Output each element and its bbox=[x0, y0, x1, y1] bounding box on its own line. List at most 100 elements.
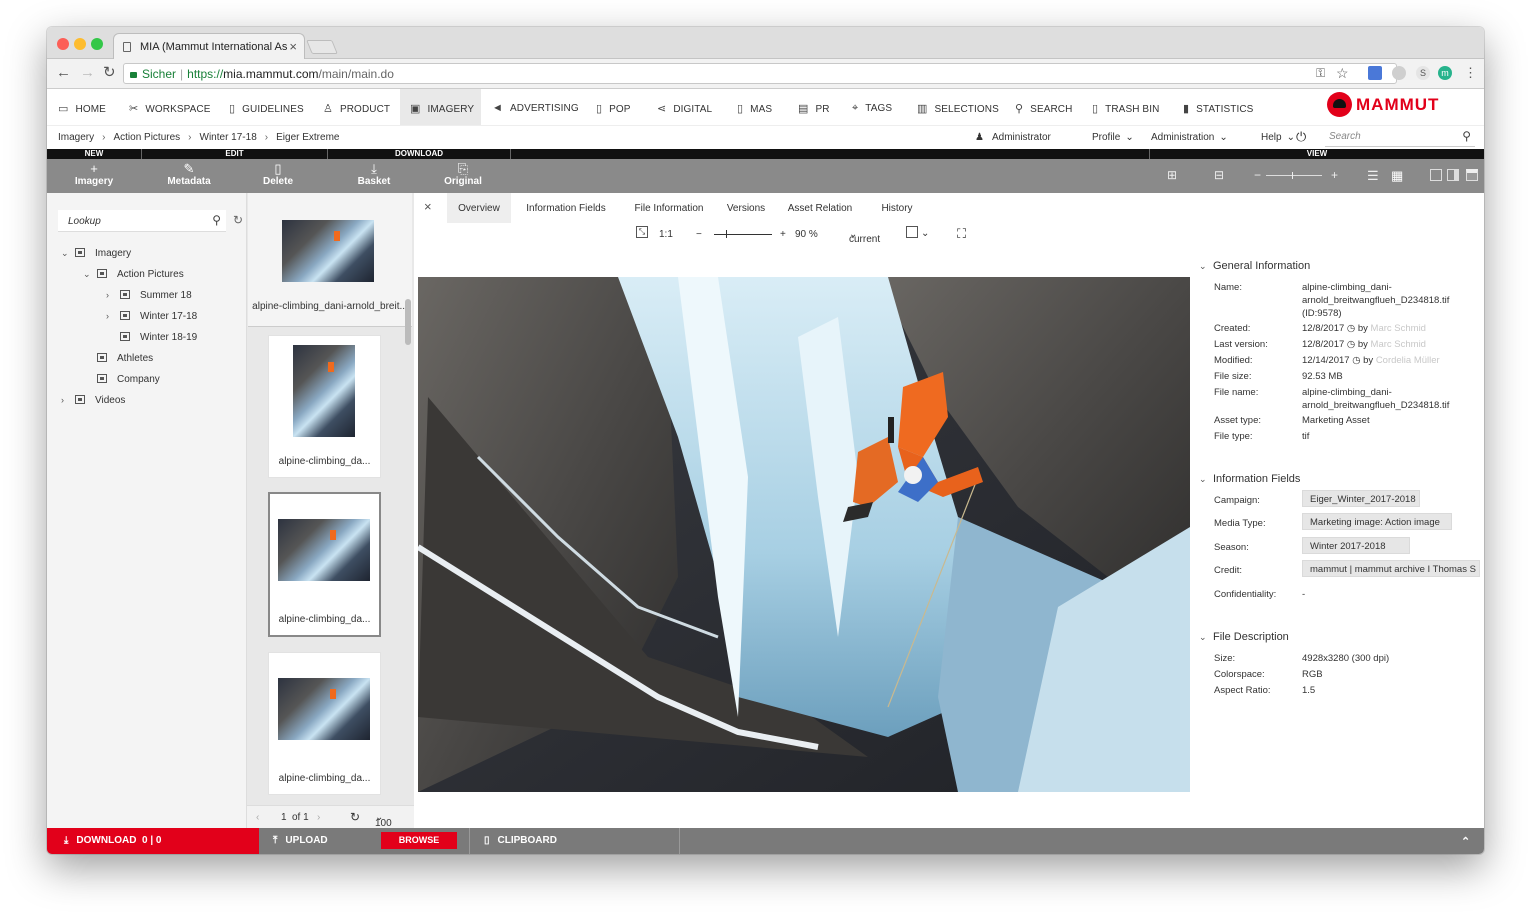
asset-preview-image[interactable] bbox=[418, 277, 1190, 792]
thumbnail-card[interactable]: alpine-climbing_da... bbox=[268, 335, 381, 478]
split-pane-icon[interactable] bbox=[1447, 169, 1459, 181]
zoom-in-icon[interactable]: + bbox=[1331, 168, 1338, 182]
download-button[interactable]: ⤓ DOWNLOAD 0 | 0 bbox=[47, 828, 259, 854]
key-icon[interactable]: ⚿ bbox=[1316, 66, 1325, 81]
chevron-down-icon[interactable]: ⌄ bbox=[61, 248, 75, 259]
single-pane-icon[interactable] bbox=[1430, 169, 1442, 181]
tree-item-action-pictures[interactable]: ⌄ Action Pictures bbox=[83, 269, 184, 280]
refresh-icon[interactable]: ↻ bbox=[350, 810, 360, 824]
tree-item-winter-18-19[interactable]: Winter 18-19 bbox=[106, 332, 197, 343]
fit-to-screen-icon[interactable]: ⤡ bbox=[636, 226, 648, 238]
nav-workspace[interactable]: ✂ WORKSPACE bbox=[121, 89, 221, 125]
nav-product[interactable]: ♙ PRODUCT bbox=[315, 89, 401, 125]
breadcrumb-item[interactable]: Eiger Extreme bbox=[276, 132, 339, 143]
lookup-input[interactable]: Lookup ⚲ bbox=[58, 210, 226, 232]
user-menu[interactable]: ♟ Administrator bbox=[975, 132, 1051, 143]
nav-mas[interactable]: ▯ MAS bbox=[729, 89, 789, 125]
help-menu[interactable]: Help ⌄ bbox=[1261, 132, 1295, 143]
tree-item-videos[interactable]: › Videos bbox=[61, 395, 125, 406]
tree-item-company[interactable]: Company bbox=[83, 374, 160, 385]
original-button[interactable]: ⎘ Original bbox=[428, 162, 498, 187]
back-arrow-icon[interactable]: ← bbox=[56, 65, 71, 81]
minimize-window-button[interactable] bbox=[74, 38, 86, 50]
reload-icon[interactable]: ↻ bbox=[103, 65, 116, 81]
zoom-slider[interactable] bbox=[714, 234, 772, 235]
extension-flag-icon[interactable] bbox=[1368, 66, 1382, 80]
nav-advertising[interactable]: ◄ ADVERTISING bbox=[484, 89, 584, 125]
extension-m-icon[interactable]: m bbox=[1438, 66, 1452, 80]
nav-search[interactable]: ⚲ SEARCH bbox=[1007, 89, 1083, 125]
nav-tags[interactable]: ⌖ TAGS bbox=[844, 89, 904, 125]
administration-menu[interactable]: Administration ⌄ bbox=[1151, 132, 1228, 143]
chevron-right-icon[interactable]: › bbox=[106, 311, 120, 321]
section-file-description[interactable]: ⌄ File Description bbox=[1199, 631, 1289, 643]
next-page-icon[interactable]: › bbox=[317, 812, 320, 823]
power-icon[interactable]: ⏻ bbox=[1296, 129, 1306, 145]
thumbnail-size-slider[interactable] bbox=[1266, 172, 1322, 179]
background-color-icon[interactable] bbox=[906, 226, 918, 238]
tab-file-information[interactable]: File Information bbox=[624, 193, 714, 223]
nav-imagery[interactable]: ▣ IMAGERY bbox=[400, 89, 481, 125]
chevron-up-icon[interactable]: ⌃ bbox=[1461, 835, 1470, 848]
mammut-logo[interactable]: MAMMUT bbox=[1327, 92, 1439, 122]
nav-guidelines[interactable]: ▯ GUIDELINES bbox=[221, 89, 311, 125]
clipboard-button[interactable]: ▯ CLIPBOARD bbox=[484, 835, 557, 846]
nav-home[interactable]: ▭ HOME bbox=[47, 89, 121, 125]
browser-menu-icon[interactable]: ⋮ bbox=[1464, 65, 1477, 81]
breadcrumb-item[interactable]: Imagery bbox=[58, 132, 94, 143]
folder-view-icon[interactable]: ⊟ bbox=[1214, 168, 1224, 182]
one-to-one-button[interactable]: 1:1 bbox=[659, 229, 673, 240]
thumbnail-card[interactable]: alpine-climbing_da... bbox=[268, 652, 381, 795]
delete-button[interactable]: ▯ Delete bbox=[243, 162, 313, 187]
list-view-icon[interactable]: ☰ bbox=[1367, 168, 1379, 184]
basket-button[interactable]: ⤓ Basket bbox=[339, 162, 409, 187]
fullscreen-icon[interactable]: ⛶ bbox=[957, 226, 966, 242]
page-size-select[interactable]: 100 ⌄ bbox=[375, 812, 392, 829]
profile-menu[interactable]: Profile ⌄ bbox=[1092, 132, 1134, 143]
extension-cloud-icon[interactable] bbox=[1392, 66, 1406, 80]
page-number-input[interactable]: 1 bbox=[281, 812, 287, 823]
tab-overview[interactable]: Overview bbox=[447, 193, 511, 223]
thumbnail-card[interactable]: alpine-climbing_dani-arnold_breit... bbox=[248, 193, 412, 327]
tab-history[interactable]: History bbox=[869, 193, 925, 223]
chevron-down-icon[interactable]: ⌄ bbox=[921, 228, 929, 239]
close-tab-icon[interactable]: × bbox=[289, 39, 297, 54]
breadcrumb-item[interactable]: Winter 17-18 bbox=[200, 132, 257, 143]
forward-arrow-icon[interactable]: → bbox=[80, 65, 95, 81]
zoom-plus-button[interactable]: + bbox=[780, 229, 786, 240]
edit-metadata-button[interactable]: ✎ Metadata bbox=[154, 162, 224, 187]
nav-trash-bin[interactable]: ▯ TRASH BIN bbox=[1084, 89, 1170, 125]
tree-item-summer-18[interactable]: › Summer 18 bbox=[106, 290, 192, 301]
thumbnail-scrollbar[interactable] bbox=[405, 299, 411, 345]
tree-view-icon[interactable]: ⊞ bbox=[1167, 168, 1177, 182]
zoom-slider-handle[interactable] bbox=[726, 230, 727, 238]
tree-item-winter-17-18[interactable]: › Winter 17-18 bbox=[106, 311, 197, 322]
nav-statistics[interactable]: ▮ STATISTICS bbox=[1175, 89, 1265, 125]
nav-selections[interactable]: ▥ SELECTIONS bbox=[909, 89, 1001, 125]
global-search-input[interactable]: Search ⚲ bbox=[1325, 127, 1475, 147]
upload-button[interactable]: ⤒ UPLOAD bbox=[273, 835, 328, 846]
tab-information-fields[interactable]: Information Fields bbox=[518, 193, 614, 223]
maximize-window-button[interactable] bbox=[91, 38, 103, 50]
prev-page-icon[interactable]: ‹ bbox=[256, 812, 259, 823]
nav-pop[interactable]: ▯ POP bbox=[588, 89, 646, 125]
new-tab-button[interactable] bbox=[306, 40, 338, 54]
extension-s-icon[interactable]: S bbox=[1416, 66, 1430, 80]
grid-view-icon[interactable]: ▦ bbox=[1391, 168, 1403, 184]
zoom-out-icon[interactable]: − bbox=[1254, 168, 1261, 182]
tree-item-imagery[interactable]: ⌄ Imagery bbox=[61, 248, 131, 259]
close-window-button[interactable] bbox=[57, 38, 69, 50]
detail-pane-icon[interactable] bbox=[1466, 169, 1478, 181]
version-select[interactable]: current ⌄ bbox=[849, 229, 880, 245]
search-icon[interactable]: ⚲ bbox=[1462, 129, 1471, 143]
new-imagery-button[interactable]: + Imagery bbox=[59, 162, 129, 187]
nav-pr[interactable]: ▤ PR bbox=[790, 89, 840, 125]
refresh-icon[interactable]: ↻ bbox=[233, 213, 243, 227]
breadcrumb-item[interactable]: Action Pictures bbox=[113, 132, 180, 143]
search-icon[interactable]: ⚲ bbox=[212, 213, 221, 227]
chevron-right-icon[interactable]: › bbox=[61, 395, 75, 405]
chevron-down-icon[interactable]: ⌄ bbox=[83, 269, 97, 280]
nav-digital[interactable]: ⋖ DIGITAL bbox=[649, 89, 729, 125]
section-general-information[interactable]: ⌄ General Information bbox=[1199, 260, 1310, 272]
thumbnail-card-selected[interactable]: alpine-climbing_da... bbox=[268, 492, 381, 637]
